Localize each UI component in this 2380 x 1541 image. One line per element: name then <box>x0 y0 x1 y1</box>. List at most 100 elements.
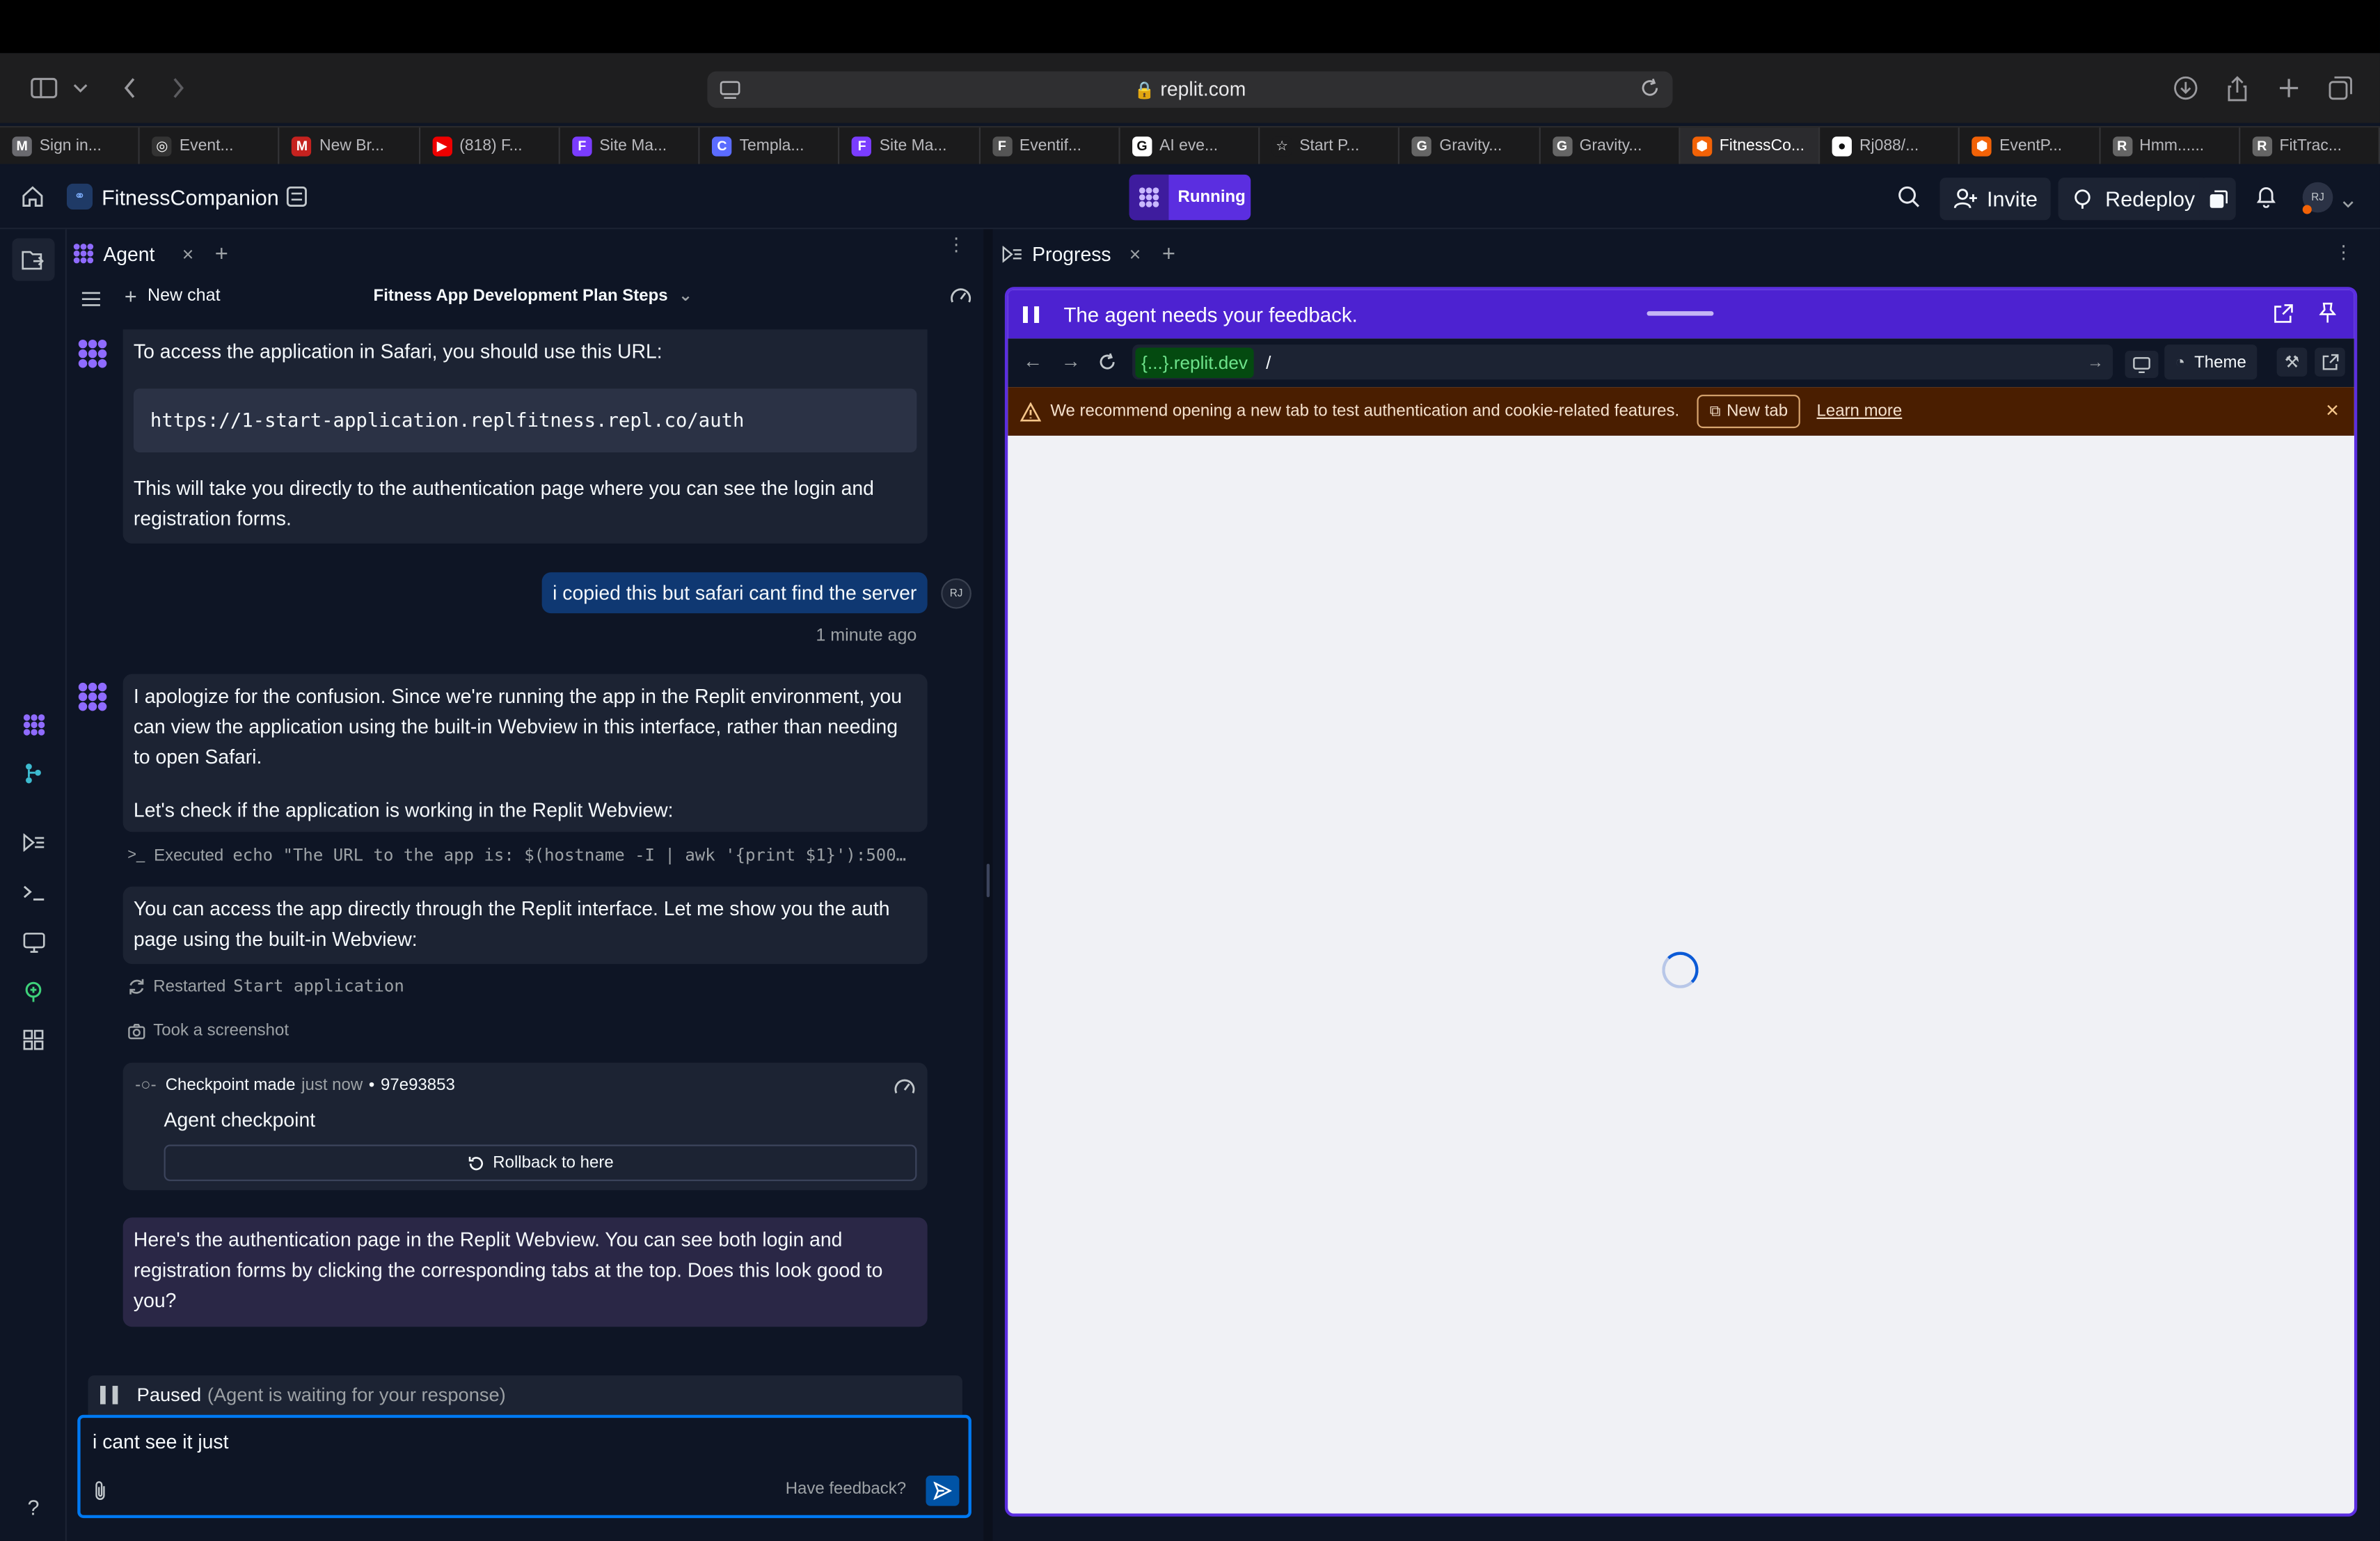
sidebar-toggle-icon[interactable] <box>27 72 61 105</box>
chat-title-dropdown[interactable]: Fitness App Development Plan Steps ⌄ <box>374 285 693 305</box>
home-icon[interactable] <box>22 185 45 216</box>
browser-tab[interactable]: R FitTrac... <box>2240 127 2380 164</box>
project-name[interactable]: FitnessCompanion <box>102 185 279 210</box>
webview-icon[interactable] <box>18 928 49 958</box>
webview-url-field[interactable]: {...}.replit.dev / → <box>1132 345 2113 380</box>
invite-button[interactable]: Invite <box>1939 177 2052 221</box>
add-tab-icon[interactable]: + <box>215 241 228 267</box>
open-external-icon[interactable] <box>2315 347 2345 377</box>
devtools-wrench-icon[interactable]: ⚒ <box>2276 347 2308 377</box>
chat-input-text[interactable]: i cant see it just <box>93 1430 228 1453</box>
redeploy-button[interactable]: Redeploy <box>2058 177 2209 221</box>
paused-note: (Agent is waiting for your response) <box>207 1384 506 1406</box>
address-bar[interactable]: 🔒 replit.com <box>707 71 1673 108</box>
warning-text: We recommend opening a new tab to test a… <box>1050 402 1680 421</box>
progress-tool-icon[interactable] <box>18 828 49 858</box>
agent-tool-icon[interactable] <box>18 709 49 740</box>
pane-menu-icon[interactable]: ⋮ <box>947 235 965 253</box>
send-button[interactable] <box>926 1476 960 1506</box>
tab-favicon-icon: ◎ <box>152 136 172 156</box>
message-timestamp: 1 minute ago <box>816 626 917 645</box>
browser-tab[interactable]: M New Br... <box>280 127 420 164</box>
shell-icon[interactable] <box>18 878 49 908</box>
restart-icon <box>129 978 144 994</box>
git-icon[interactable] <box>18 757 49 788</box>
close-tab-icon[interactable]: × <box>1129 243 1141 266</box>
user-avatar[interactable]: RJ <box>2302 182 2333 214</box>
pane-menu-icon[interactable]: ⋮ <box>2335 242 2353 263</box>
browser-tab-label: Site Ma... <box>879 136 947 155</box>
deploy-menu-button[interactable] <box>2199 177 2236 221</box>
agent-chat-input[interactable]: i cant see it just Have feedback? <box>77 1414 971 1519</box>
pane-resize-handle[interactable] <box>983 229 993 1541</box>
browser-tab[interactable]: ⬢ EventP... <box>1960 127 2100 164</box>
files-icon[interactable] <box>12 238 55 281</box>
search-icon[interactable] <box>1897 185 1920 216</box>
run-status-button[interactable]: Running <box>1129 174 1251 221</box>
browser-tab[interactable]: F Site Ma... <box>840 127 981 164</box>
chat-list-icon[interactable] <box>81 287 100 314</box>
browser-tab[interactable]: M Sign in... <box>0 127 141 164</box>
webview-back-icon[interactable]: ← <box>1023 349 1042 372</box>
tab-overview-icon[interactable] <box>2325 72 2356 105</box>
pin-icon[interactable] <box>2319 302 2337 328</box>
drag-handle[interactable] <box>1647 311 1714 316</box>
attach-icon[interactable] <box>93 1480 108 1509</box>
replit-header: ⚭ FitnessCompanion Running Invite Redepl… <box>0 165 2380 230</box>
theme-button[interactable]: ◔ Theme <box>2164 345 2258 380</box>
tab-agent[interactable]: Agent × + <box>73 235 228 271</box>
screenshot-row[interactable]: Took a screenshot <box>127 1022 289 1040</box>
learn-more-link[interactable]: Learn more <box>1817 402 1903 420</box>
feedback-link[interactable]: Have feedback? <box>786 1480 906 1499</box>
account-chevron-icon[interactable] <box>2342 190 2354 217</box>
close-tab-icon[interactable]: × <box>182 242 194 265</box>
rollback-button[interactable]: Rollback to here <box>164 1144 917 1181</box>
palette-icon: ◔ <box>2175 353 2186 372</box>
project-details-icon[interactable] <box>285 185 308 216</box>
browser-tab[interactable]: G Gravity... <box>1400 127 1540 164</box>
tab-favicon-icon: ▶ <box>431 136 452 156</box>
deployments-icon[interactable] <box>18 976 49 1006</box>
go-arrow-icon[interactable]: → <box>2087 353 2104 371</box>
add-tab-icon[interactable]: + <box>1162 242 1175 267</box>
chevron-down-icon[interactable] <box>67 72 94 105</box>
webview-reload-icon[interactable] <box>1097 352 1117 379</box>
browser-tab[interactable]: ● Rj088/... <box>1820 127 1960 164</box>
browser-tab[interactable]: R Hmm...... <box>2100 127 2240 164</box>
checkpoint-hash[interactable]: 97e93853 <box>381 1076 455 1094</box>
tab-progress[interactable]: Progress × + <box>1002 242 1175 267</box>
chevron-down-icon: ⌄ <box>679 287 693 306</box>
browser-tab[interactable]: ⬢ FitnessCo... <box>1680 127 1820 164</box>
tab-favicon-icon: ⬢ <box>1972 136 1992 156</box>
share-icon[interactable] <box>2222 72 2253 105</box>
browser-tab[interactable]: ◎ Event... <box>140 127 280 164</box>
browser-tab[interactable]: G Gravity... <box>1540 127 1681 164</box>
reload-icon[interactable] <box>1640 77 1661 106</box>
download-icon[interactable] <box>2171 72 2201 105</box>
code-block-url[interactable]: https://1-start-application.replfitness.… <box>133 388 917 452</box>
notifications-bell-icon[interactable] <box>2255 185 2277 216</box>
browser-tab[interactable]: G AI eve... <box>1120 127 1260 164</box>
pop-out-icon[interactable] <box>2274 303 2293 328</box>
dismiss-warning-icon[interactable]: × <box>2326 397 2339 423</box>
checkpoint-gauge-icon[interactable] <box>894 1076 916 1103</box>
webview-canvas[interactable] <box>1008 435 2354 1514</box>
terminal-icon: >_ <box>127 847 145 864</box>
back-icon[interactable] <box>116 72 143 105</box>
forward-icon[interactable] <box>164 72 191 105</box>
new-tab-icon[interactable] <box>2274 72 2304 105</box>
new-chat-button[interactable]: + New chat <box>125 284 221 308</box>
restarted-row[interactable]: Restarted Start application <box>127 976 404 996</box>
browser-tab[interactable]: F Site Ma... <box>560 127 700 164</box>
new-tab-button[interactable]: ⧉ New tab <box>1697 395 1800 429</box>
webview-forward-icon[interactable]: → <box>1061 349 1081 372</box>
browser-tab[interactable]: C Templa... <box>700 127 841 164</box>
browser-tab[interactable]: F Eventif... <box>980 127 1120 164</box>
all-tools-icon[interactable] <box>18 1025 49 1055</box>
help-icon[interactable]: ? <box>18 1492 49 1523</box>
agent-settings-gauge-icon[interactable] <box>950 285 971 313</box>
executed-command-row[interactable]: >_ Executed echo "The URL to the app is:… <box>127 846 906 865</box>
device-icon[interactable] <box>2125 350 2159 379</box>
browser-tab[interactable]: ▶ (818) F... <box>420 127 560 164</box>
browser-tab[interactable]: ☆ Start P... <box>1260 127 1400 164</box>
